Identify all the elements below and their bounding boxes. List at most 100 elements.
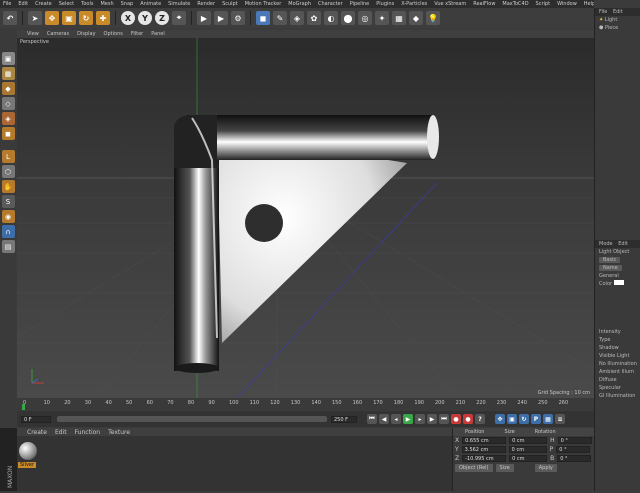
position-y-field[interactable]: 3.562 cm [461,446,506,453]
step-back-icon[interactable]: ◂ [391,414,401,424]
model-mode-icon[interactable]: ▣ [1,52,15,65]
enable-axis-icon[interactable]: ◉ [1,210,15,223]
key-scale-icon[interactable]: ▣ [507,414,517,424]
coordinate-system-icon[interactable]: ⌖ [172,11,186,25]
tag-icon[interactable]: ◆ [409,11,423,25]
apply-button[interactable]: Apply [534,464,557,472]
menu-motion-tracker[interactable]: Motion Tracker [245,1,282,7]
color-swatch[interactable] [613,280,624,285]
menu-x-particles[interactable]: X-Particles [401,1,427,7]
play-icon[interactable]: ▶ [403,414,413,424]
frame-start-field[interactable]: 0 F [21,415,51,423]
menu-render[interactable]: Render [197,1,215,7]
timeline-ruler[interactable]: 0 10 20 30 40 50 60 70 80 90 100 110 120 130 140 150 160… [17,398,594,410]
size-z-field[interactable]: 0 cm [509,455,548,462]
previous-key-icon[interactable]: ◀ [379,414,389,424]
key-rotation-icon[interactable]: ↻ [519,414,529,424]
frame-end-field[interactable]: 250 F [331,415,357,423]
next-key-icon[interactable]: ▶ [427,414,437,424]
step-forward-icon[interactable]: ▸ [415,414,425,424]
recent-tool-icon[interactable]: ✚ [96,11,110,25]
menu-file[interactable]: File [3,1,11,7]
tweak-mode-icon[interactable]: ⬡ [1,165,15,178]
menu-tools[interactable]: Tools [81,1,93,7]
menu-realflow[interactable]: RealFlow [473,1,495,7]
lock-workplane-icon[interactable]: ▤ [1,240,15,253]
material-menu-edit[interactable]: Edit [55,429,67,436]
material-menu-create[interactable]: Create [27,429,47,436]
deformer-icon[interactable]: ◐ [324,11,338,25]
select-arrow-icon[interactable]: ➤ [28,11,42,25]
object-item-piece[interactable]: ⬢ Piece [595,24,640,32]
light-icon[interactable]: ✦ [375,11,389,25]
rotation-p-field[interactable]: 0 ° [556,446,591,453]
3d-viewport[interactable]: Perspective Grid Spacing: 10 cm [17,38,594,398]
render-picture-viewer-icon[interactable]: ▶ [214,11,228,25]
z-axis-lock-button[interactable]: Z [155,11,169,25]
object-tab-file[interactable]: File [599,9,607,15]
menu-animate[interactable]: Animate [140,1,161,7]
menu-create[interactable]: Create [35,1,52,7]
scale-icon[interactable]: ▣ [62,11,76,25]
attr-prop-type[interactable]: Type [595,336,640,344]
attr-prop-ambient-illum[interactable]: Ambient Illum [595,368,640,376]
menu-pipeline[interactable]: Pipeline [350,1,370,7]
attr-color-row[interactable]: Color [595,280,640,288]
go-to-start-icon[interactable]: ⏮ [367,414,377,424]
menu-character[interactable]: Character [318,1,343,7]
coord-mode-dropdown[interactable]: Object (Rel) [455,464,493,472]
size-mode-dropdown[interactable]: Size [495,464,514,472]
go-to-end-icon[interactable]: ⏭ [439,414,449,424]
attr-tab-edit[interactable]: Edit [618,241,628,247]
menu-sculpt[interactable]: Sculpt [222,1,238,7]
rotation-b-field[interactable]: 0 ° [557,455,592,462]
environment-icon[interactable]: ⬤ [341,11,355,25]
attr-name-button[interactable]: Name [595,264,640,272]
pen-icon[interactable]: ✎ [273,11,287,25]
record-icon[interactable]: ● [451,414,461,424]
axis-mode-icon[interactable]: L [1,150,15,163]
basic-tab[interactable]: Basic [599,257,621,263]
workplane-icon[interactable]: ◆ [1,82,15,95]
menu-edit[interactable]: Edit [18,1,28,7]
viewport-menu-view[interactable]: View [27,31,39,37]
object-item-light[interactable]: ✦ Light [595,16,640,24]
key-parameter-icon[interactable]: P [531,414,541,424]
attr-prop-visible-light[interactable]: Visible Light [595,352,640,360]
subdivision-icon[interactable]: ◈ [290,11,304,25]
object-tab-edit[interactable]: Edit [613,9,623,15]
name-tab[interactable]: Name [599,265,622,271]
rotate-icon[interactable]: ↻ [79,11,93,25]
rotation-h-field[interactable]: 0 ° [557,437,592,444]
position-z-field[interactable]: -10.995 cm [462,455,507,462]
keyframe-selection-icon[interactable]: ? [475,414,485,424]
magnet-icon[interactable]: ∩ [1,225,15,238]
viewport-menu-filter[interactable]: Filter [131,31,143,37]
y-axis-lock-button[interactable]: Y [138,11,152,25]
solo-icon[interactable]: S [1,195,15,208]
menu-snap[interactable]: Snap [121,1,134,7]
attr-prop-no-illumination[interactable]: No Illumination [595,360,640,368]
material-menu-texture[interactable]: Texture [108,429,130,436]
undo-icon[interactable]: ↶ [3,11,17,25]
size-y-field[interactable]: 0 cm [508,446,547,453]
menu-select[interactable]: Select [59,1,74,7]
attr-prop-gi-illumination[interactable]: GI Illumination [595,392,640,400]
camera-icon[interactable]: ◎ [358,11,372,25]
attr-prop-specular[interactable]: Specular [595,384,640,392]
edges-mode-icon[interactable]: ◈ [1,112,15,125]
texture-mode-icon[interactable]: ▦ [1,67,15,80]
key-pla-icon[interactable]: ▦ [543,414,553,424]
bulb-icon[interactable]: 💡 [426,11,440,25]
menu-simulate[interactable]: Simulate [168,1,190,7]
viewport-menu-options[interactable]: Options [104,31,123,37]
bracket-tube-horizontal[interactable] [187,115,434,160]
menu-script[interactable]: Script [536,1,551,7]
material-swatch[interactable] [19,442,37,460]
material-menu-function[interactable]: Function [75,429,101,436]
points-mode-icon[interactable]: ◇ [1,97,15,110]
render-settings-icon[interactable]: ⚙ [231,11,245,25]
frame-range-slider[interactable] [57,416,327,422]
cube-icon[interactable]: ◼ [256,11,270,25]
attr-prop-diffuse[interactable]: Diffuse [595,376,640,384]
